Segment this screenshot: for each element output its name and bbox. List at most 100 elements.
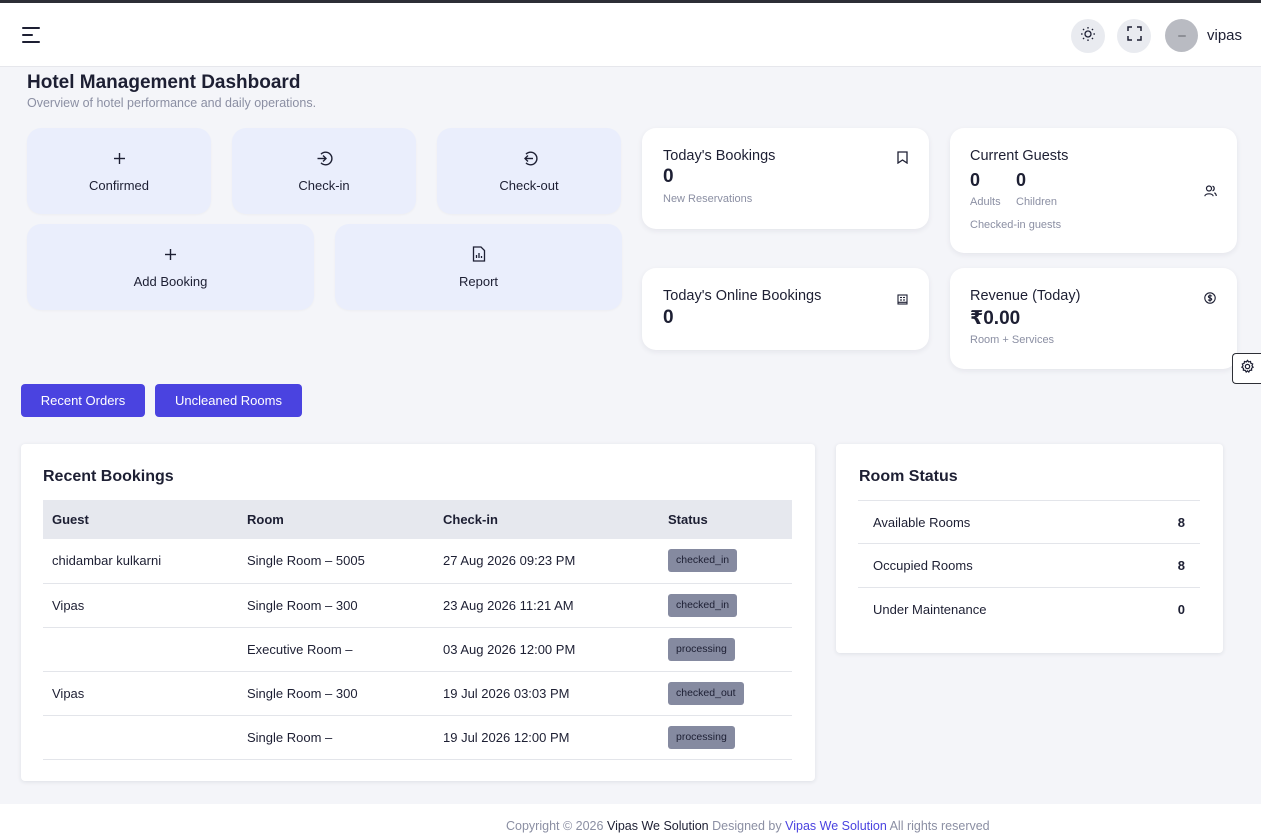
quick-action-label: Check-in (298, 178, 350, 193)
panel-title: Recent Bookings (43, 468, 174, 485)
quick-action-report[interactable]: Report (335, 224, 622, 310)
status-badge: checked_out (668, 681, 744, 705)
username-label[interactable]: vipas (1207, 27, 1242, 44)
card-caption: New Reservations (663, 193, 753, 205)
room-cell: Executive Room – (238, 627, 434, 672)
menu-toggle-icon[interactable] (22, 27, 42, 45)
quick-action-label: Add Booking (133, 274, 208, 289)
logout-icon (521, 149, 538, 167)
fullscreen-button[interactable] (1117, 19, 1151, 53)
table-header-row: Guest Room Check-in Status (43, 500, 792, 539)
room-cell: Single Room – 300 (238, 583, 434, 628)
quick-action-check-out[interactable]: Check-out (437, 128, 621, 214)
status-badge: processing (668, 637, 735, 661)
checkin-cell: 19 Jul 2026 12:00 PM (434, 715, 659, 760)
avatar[interactable] (1165, 19, 1198, 52)
quick-action-label: Check-out (499, 178, 559, 193)
guest-cell (43, 715, 238, 760)
plus-icon (164, 245, 177, 263)
table-row: chidambar kulkarni Single Room – 5005 27… (43, 539, 792, 584)
card-value: 0 (663, 166, 674, 187)
recent-bookings-panel: Recent Bookings Guest Room Check-in Stat… (21, 444, 815, 781)
login-icon (316, 149, 333, 167)
todays-bookings-card: Today's Bookings 0 New Reservations (642, 128, 929, 229)
current-guests-card: Current Guests 0 Adults 0 Children Check… (950, 128, 1237, 253)
column-header-checkin: Check-in (434, 500, 659, 539)
designed-by-label: Designed by (712, 819, 782, 833)
theme-toggle-button[interactable] (1071, 19, 1105, 53)
status-badge: processing (668, 725, 735, 749)
guest-cell: Vipas (43, 671, 238, 716)
sun-icon (1080, 26, 1096, 47)
room-cell: Single Room – 300 (238, 671, 434, 716)
recent-bookings-table: Guest Room Check-in Status chidambar kul… (43, 500, 792, 760)
quick-action-confirmed[interactable]: Confirmed (27, 128, 211, 214)
guest-cell (43, 627, 238, 672)
list-item: Occupied Rooms 8 (858, 543, 1200, 586)
room-status-count: 0 (1177, 602, 1185, 617)
rights-reserved: All rights reserved (889, 819, 990, 833)
card-value: 0 (663, 307, 674, 328)
list-item: Available Rooms 8 (858, 500, 1200, 543)
uncleaned-rooms-button[interactable]: Uncleaned Rooms (155, 384, 302, 417)
online-bookings-card: Today's Online Bookings 0 (642, 268, 929, 350)
list-item: Under Maintenance 0 (858, 587, 1200, 630)
panel-title: Room Status (859, 468, 958, 485)
status-cell: checked_in (659, 583, 792, 628)
children-value: 0 (1016, 170, 1027, 190)
quick-action-label: Confirmed (89, 178, 149, 193)
designer-link[interactable]: Vipas We Solution (785, 819, 887, 833)
card-value: ₹0.00 (970, 308, 1021, 329)
guest-cell: Vipas (43, 583, 238, 628)
adults-value: 0 (970, 170, 981, 190)
card-title: Revenue (Today) (970, 288, 1081, 304)
status-cell: processing (659, 627, 792, 672)
card-caption: Room + Services (970, 334, 1055, 346)
table-row: Single Room – 19 Jul 2026 12:00 PM proce… (43, 715, 792, 760)
status-cell: checked_out (659, 671, 792, 716)
page-title: Hotel Management Dashboard (27, 72, 301, 93)
top-navbar: vipas (0, 3, 1261, 67)
copyright-prefix: Copyright © 2026 (506, 819, 604, 833)
table-row: Executive Room – 03 Aug 2026 12:00 PM pr… (43, 627, 792, 672)
building-icon (897, 292, 908, 310)
room-cell: Single Room – (238, 715, 434, 760)
children-label: Children (1016, 196, 1057, 208)
room-status-label: Under Maintenance (873, 602, 987, 617)
room-cell: Single Room – 5005 (238, 539, 434, 584)
quick-action-check-in[interactable]: Check-in (232, 128, 416, 214)
status-badge: checked_in (668, 549, 738, 573)
bookmark-icon (897, 151, 908, 169)
quick-action-label: Report (458, 274, 499, 289)
fullscreen-icon (1126, 26, 1142, 46)
table-row: Vipas Single Room – 300 23 Aug 2026 11:2… (43, 583, 792, 628)
footer-text: Copyright © 2026 Vipas We Solution Desig… (506, 819, 990, 833)
page-subtitle: Overview of hotel performance and daily … (27, 96, 317, 110)
card-title: Today's Bookings (663, 148, 776, 164)
status-badge: checked_in (668, 593, 738, 617)
users-icon (1204, 184, 1217, 202)
footer: Copyright © 2026 Vipas We Solution Desig… (0, 804, 1261, 839)
room-status-label: Available Rooms (873, 515, 971, 530)
revenue-card: Revenue (Today) ₹0.00 Room + Services (950, 268, 1237, 369)
quick-action-add-booking[interactable]: Add Booking (27, 224, 314, 310)
recent-orders-button[interactable]: Recent Orders (21, 384, 145, 417)
company-name: Vipas We Solution (606, 819, 709, 833)
table-row: Vipas Single Room – 300 19 Jul 2026 03:0… (43, 671, 792, 716)
dollar-icon (1204, 291, 1216, 309)
gear-icon (1240, 358, 1255, 379)
column-header-guest: Guest (43, 500, 238, 539)
room-status-panel: Room Status Available Rooms 8 Occupied R… (836, 444, 1223, 653)
report-icon (472, 245, 486, 263)
room-status-label: Occupied Rooms (873, 558, 973, 573)
card-caption: Checked-in guests (970, 219, 1062, 231)
checkin-cell: 03 Aug 2026 12:00 PM (434, 627, 659, 672)
column-header-room: Room (238, 500, 434, 539)
checkin-cell: 27 Aug 2026 09:23 PM (434, 539, 659, 584)
settings-tab[interactable] (1232, 353, 1261, 384)
checkin-cell: 19 Jul 2026 03:03 PM (434, 671, 659, 716)
room-status-count: 8 (1177, 515, 1185, 530)
column-header-status: Status (659, 500, 792, 539)
status-cell: processing (659, 715, 792, 760)
room-status-count: 8 (1177, 558, 1185, 573)
